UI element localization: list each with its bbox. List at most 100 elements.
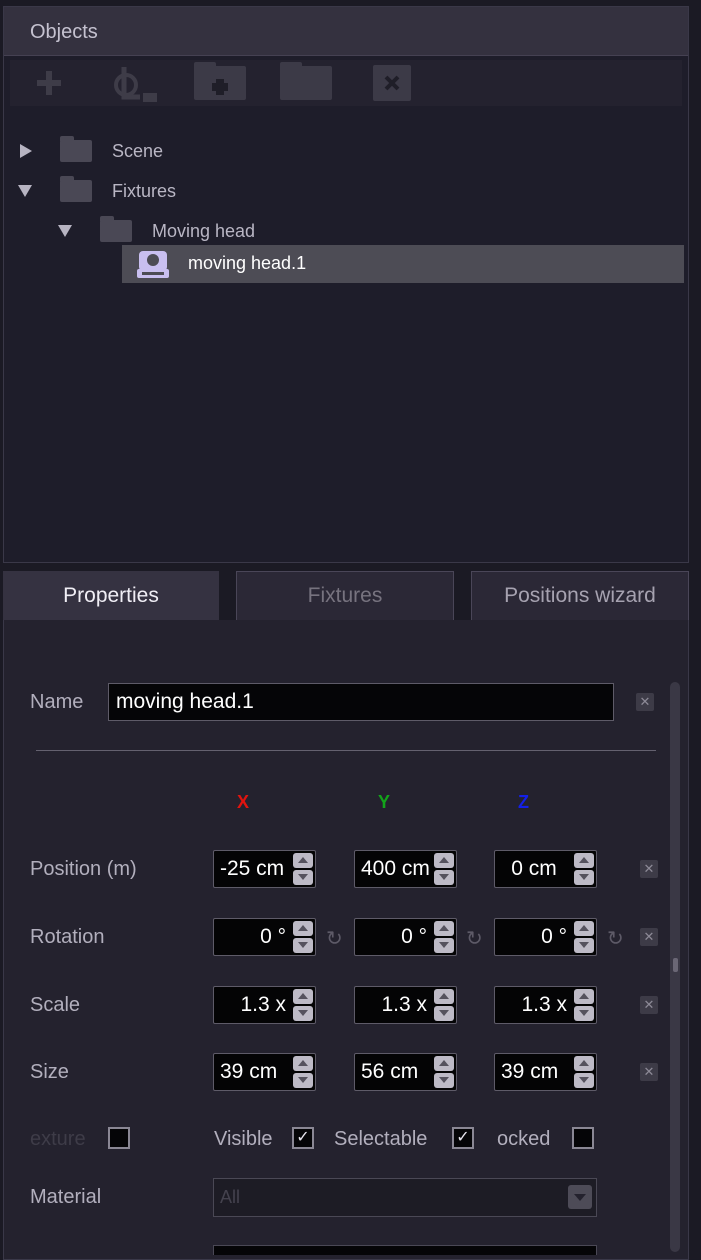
material-select[interactable]: All [213,1178,597,1217]
scale-y-stepper[interactable]: 1.3 x [354,986,457,1024]
increment-icon[interactable] [574,921,594,936]
decrement-icon[interactable] [434,1073,454,1088]
scale-reset-button[interactable]: ✕ [640,996,658,1014]
position-y-stepper[interactable]: 400 cm [354,850,457,888]
spin-buttons[interactable] [293,1056,313,1088]
decrement-icon[interactable] [574,1073,594,1088]
spin-buttons[interactable] [574,989,594,1021]
decrement-icon[interactable] [434,870,454,885]
size-y-value[interactable]: 56 cm [355,1054,433,1090]
visible-label: Visible [214,1128,273,1150]
spin-buttons[interactable] [434,989,454,1021]
close-icon: ✕ [643,997,655,1012]
decrement-icon[interactable] [293,870,313,885]
rotate-z-reset-icon[interactable]: ↻ [607,926,624,951]
increment-icon[interactable] [293,921,313,936]
rotation-z-value[interactable]: 0 ° [495,919,573,955]
scale-x-stepper[interactable]: 1.3 x [213,986,316,1024]
tree-item-fixtures[interactable]: Fixtures [18,172,176,210]
increment-icon[interactable] [293,853,313,868]
scale-x-value[interactable]: 1.3 x [214,987,292,1023]
spin-buttons[interactable] [574,921,594,953]
decrement-icon[interactable] [293,1006,313,1021]
decrement-icon[interactable] [574,1006,594,1021]
position-x-stepper[interactable]: -25 cm [213,850,316,888]
locked-checkbox[interactable] [572,1127,594,1149]
close-icon: ✕ [643,1064,655,1079]
tab-positions-wizard[interactable]: Positions wizard [471,571,689,620]
size-y-stepper[interactable]: 56 cm [354,1053,457,1091]
folder-button[interactable] [280,62,332,100]
expand-arrow-icon[interactable] [20,144,32,158]
divider [36,750,656,751]
rotate-x-reset-icon[interactable]: ↻ [326,926,343,951]
selectable-checkbox[interactable]: ✓ [452,1127,474,1149]
increment-icon[interactable] [434,989,454,1004]
tree-item-scene[interactable]: Scene [20,132,163,170]
objects-panel: Objects [3,6,689,563]
size-x-stepper[interactable]: 39 cm [213,1053,316,1091]
size-x-value[interactable]: 39 cm [214,1054,292,1090]
increment-icon[interactable] [293,989,313,1004]
delete-object-button[interactable] [372,65,412,101]
tab-properties[interactable]: Properties [3,571,219,620]
spin-buttons[interactable] [293,921,313,953]
tab-fixtures[interactable]: Fixtures [236,571,454,620]
increment-icon[interactable] [574,1056,594,1071]
spin-buttons[interactable] [574,1056,594,1088]
position-x-value[interactable]: -25 cm [214,851,292,887]
add-object-button[interactable] [32,67,66,99]
rotation-z-stepper[interactable]: 0 ° [494,918,597,956]
increment-icon[interactable] [434,853,454,868]
objects-title: Objects [30,21,98,43]
rotation-y-value[interactable]: 0 ° [355,919,433,955]
objects-header: Objects [4,7,688,56]
decrement-icon[interactable] [434,938,454,953]
name-input[interactable]: moving head.1 [108,683,614,721]
size-z-value[interactable]: 39 cm [495,1054,573,1090]
spin-buttons[interactable] [434,853,454,885]
scale-z-value[interactable]: 1.3 x [495,987,573,1023]
collapse-arrow-icon[interactable] [18,185,32,197]
fixture-add-icon [114,67,157,102]
check-icon: ✓ [456,1129,470,1146]
position-z-stepper[interactable]: 0 cm [494,850,597,888]
size-z-stepper[interactable]: 39 cm [494,1053,597,1091]
add-folder-button[interactable] [194,62,246,100]
spin-buttons[interactable] [574,853,594,885]
spin-buttons[interactable] [293,853,313,885]
decrement-icon[interactable] [574,938,594,953]
position-reset-button[interactable]: ✕ [640,860,658,878]
scrollbar-grip[interactable] [673,958,678,972]
spin-buttons[interactable] [434,921,454,953]
rotation-x-stepper[interactable]: 0 ° [213,918,316,956]
scale-z-stepper[interactable]: 1.3 x [494,986,597,1024]
scale-y-value[interactable]: 1.3 x [355,987,433,1023]
spin-buttons[interactable] [293,989,313,1021]
rotation-y-stepper[interactable]: 0 ° [354,918,457,956]
visible-checkbox[interactable]: ✓ [292,1127,314,1149]
chevron-down-icon[interactable] [568,1185,592,1209]
increment-icon[interactable] [434,921,454,936]
decrement-icon[interactable] [574,870,594,885]
tree-item-moving-head-1[interactable]: moving head.1 [122,245,684,283]
next-field[interactable] [213,1245,597,1255]
add-fixture-button[interactable] [110,67,160,102]
spin-buttons[interactable] [434,1056,454,1088]
decrement-icon[interactable] [293,1073,313,1088]
decrement-icon[interactable] [434,1006,454,1021]
size-reset-button[interactable]: ✕ [640,1063,658,1081]
increment-icon[interactable] [434,1056,454,1071]
decrement-icon[interactable] [293,938,313,953]
rotation-reset-button[interactable]: ✕ [640,928,658,946]
rotate-y-reset-icon[interactable]: ↻ [466,926,483,951]
name-clear-button[interactable]: ✕ [636,693,654,711]
rotation-x-value[interactable]: 0 ° [214,919,292,955]
texture-checkbox[interactable] [108,1127,130,1149]
position-z-value[interactable]: 0 cm [495,851,573,887]
position-y-value[interactable]: 400 cm [355,851,433,887]
collapse-arrow-icon[interactable] [58,225,72,237]
increment-icon[interactable] [293,1056,313,1071]
increment-icon[interactable] [574,853,594,868]
increment-icon[interactable] [574,989,594,1004]
